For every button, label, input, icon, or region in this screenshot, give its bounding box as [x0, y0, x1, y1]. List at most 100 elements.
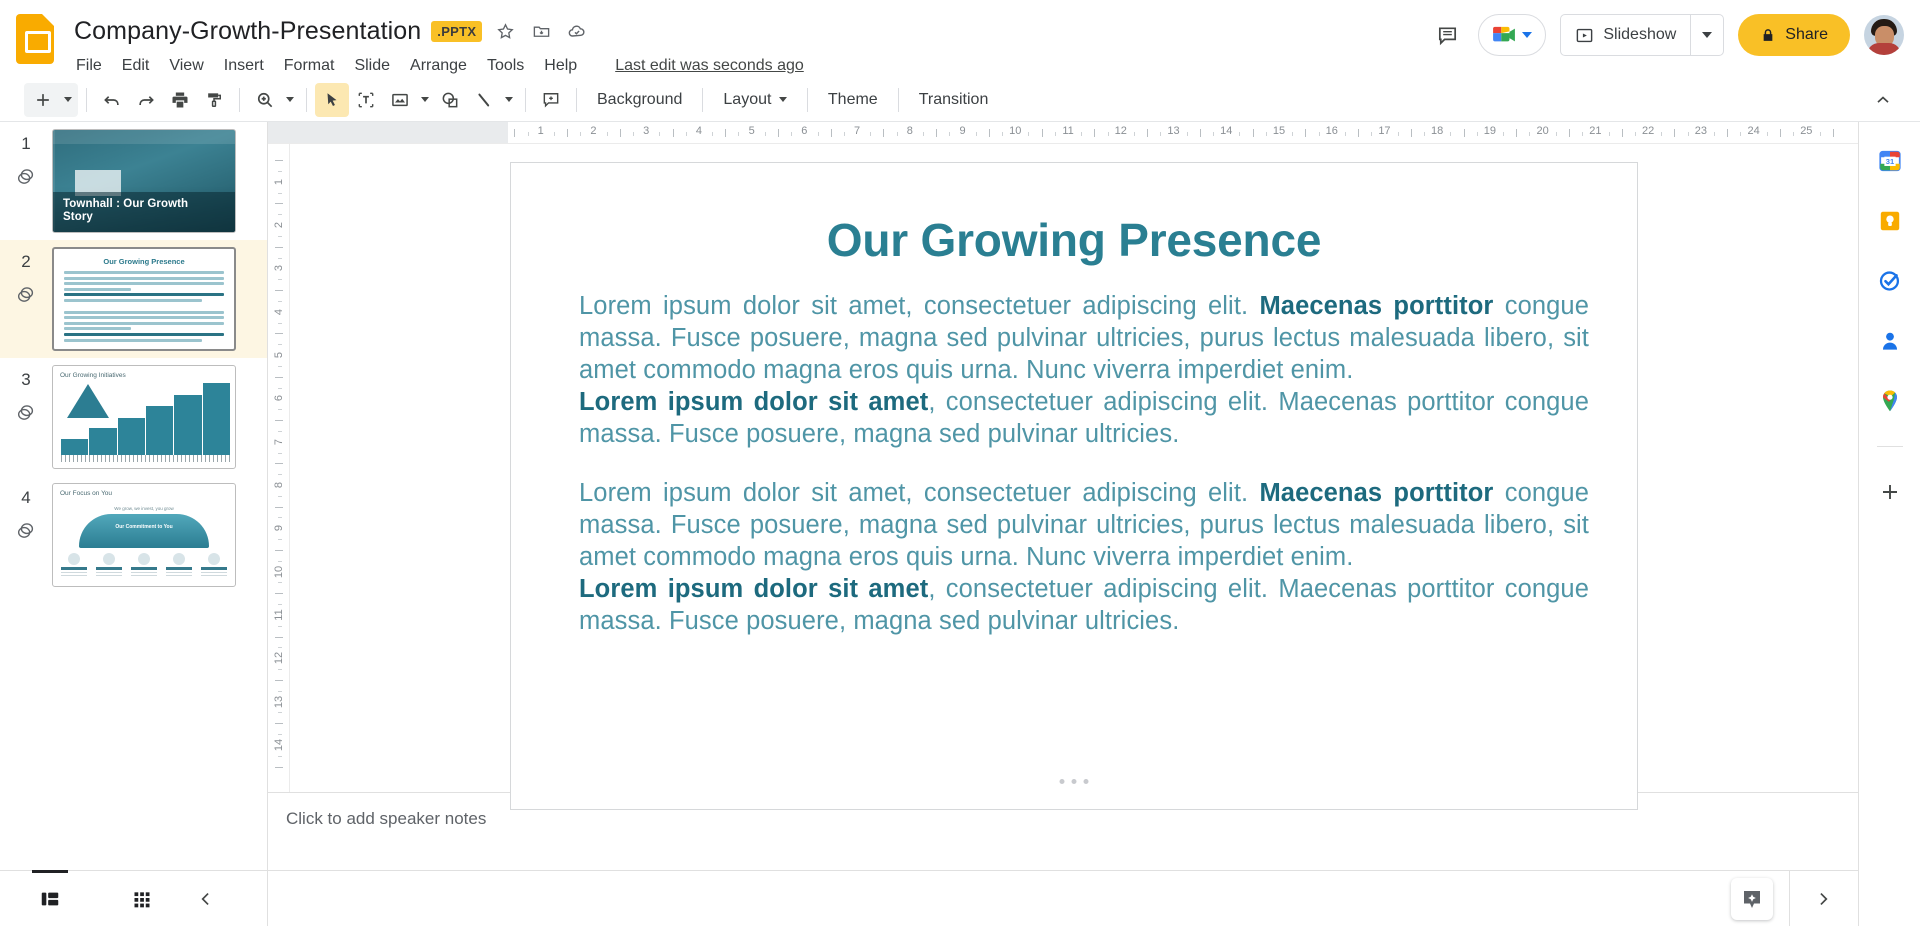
expand-rail-icon[interactable] — [1806, 882, 1840, 916]
list-item[interactable]: 1 Townhall : Our Growth Story — [0, 122, 267, 240]
ruler-tick-label: 19 — [1483, 125, 1497, 137]
image-caret-icon[interactable] — [417, 83, 433, 117]
filmstrip-view-icon[interactable] — [26, 869, 74, 919]
new-slide-caret-icon[interactable] — [60, 83, 76, 117]
slide-canvas[interactable]: Our Growing Presence Lorem ipsum dolor s… — [510, 162, 1638, 810]
insert-line-icon[interactable] — [467, 83, 501, 117]
print-icon[interactable] — [163, 83, 197, 117]
ruler-tick — [278, 235, 282, 237]
ruler-tick — [1344, 132, 1346, 136]
slide-stage[interactable]: Our Growing Presence Lorem ipsum dolor s… — [290, 144, 1858, 810]
google-keep-icon[interactable] — [1873, 204, 1907, 238]
ruler-tick — [632, 132, 634, 136]
avatar[interactable] — [1864, 15, 1904, 55]
ruler-tick-label: 8 — [272, 481, 285, 489]
slides-logo-icon[interactable] — [16, 14, 60, 72]
share-button[interactable]: Share — [1738, 14, 1850, 56]
transition-button[interactable]: Transition — [907, 86, 1001, 114]
ruler-tick-label: 4 — [272, 308, 285, 315]
menu-tools[interactable]: Tools — [477, 55, 534, 77]
vertical-ruler[interactable]: 1 2 3 4 5 6 7 8 9 10 11 12 13 14 — [268, 144, 290, 792]
slide-thumbnail-3[interactable]: Our Growing Initiatives — [52, 365, 236, 469]
grid-view-icon[interactable] — [118, 879, 166, 919]
ruler-tick — [1634, 132, 1636, 136]
ruler-tick — [1252, 129, 1254, 137]
zoom-caret-icon[interactable] — [282, 83, 298, 117]
insert-image-icon[interactable] — [383, 83, 417, 117]
ruler-tick — [1674, 129, 1676, 137]
menu-slide[interactable]: Slide — [344, 55, 400, 77]
undo-icon[interactable] — [95, 83, 129, 117]
ruler-tick — [278, 647, 282, 649]
explore-sparkle-icon[interactable] — [1731, 877, 1773, 920]
google-tasks-icon[interactable] — [1873, 264, 1907, 298]
slideshow-options-button[interactable] — [1691, 15, 1723, 55]
slide-body-text[interactable]: Lorem ipsum dolor sit amet, consectetuer… — [579, 291, 1589, 638]
chevron-up-icon[interactable] — [1868, 85, 1898, 115]
ruler-tick-label: 17 — [1378, 125, 1391, 137]
collapse-filmstrip-icon[interactable] — [182, 879, 230, 919]
slide-thumbnail-1[interactable]: Townhall : Our Growth Story — [52, 129, 236, 233]
add-addon-icon[interactable] — [1873, 475, 1907, 509]
slide-filmstrip[interactable]: 1 Townhall : Our Growth Story 2 Our Grow… — [0, 122, 268, 870]
layout-button[interactable]: Layout — [711, 86, 799, 114]
menu-arrange[interactable]: Arrange — [400, 55, 477, 77]
ruler-tick — [830, 129, 832, 137]
paint-format-icon[interactable] — [197, 83, 231, 117]
slide-thumbnail-caption: We grow, we invest, you grow — [114, 506, 174, 511]
menu-insert[interactable]: Insert — [214, 55, 274, 77]
menu-view[interactable]: View — [159, 55, 213, 77]
list-item[interactable]: 2 Our Growing Presence — [0, 240, 267, 358]
ruler-tick-label: 5 — [748, 125, 755, 137]
layers-icon[interactable] — [15, 284, 37, 311]
menu-file[interactable]: File — [74, 55, 112, 77]
slide-title[interactable]: Our Growing Presence — [511, 213, 1637, 267]
comment-history-icon[interactable] — [1430, 18, 1464, 52]
ruler-tick — [275, 420, 283, 422]
slide-thumbnail-title: Our Growing Presence — [103, 257, 185, 266]
insert-shape-icon[interactable] — [433, 83, 467, 117]
slideshow-button[interactable]: Slideshow — [1561, 15, 1690, 55]
ruler-tick — [1160, 132, 1162, 136]
google-meet-icon[interactable] — [1478, 14, 1547, 56]
star-icon[interactable] — [492, 18, 518, 44]
move-to-folder-icon[interactable] — [528, 18, 554, 44]
zoom-icon[interactable] — [248, 83, 282, 117]
theme-button[interactable]: Theme — [816, 86, 890, 114]
layers-icon[interactable] — [15, 402, 37, 429]
ruler-tick-label: 22 — [1641, 125, 1655, 137]
page-title[interactable]: Company-Growth-Presentation — [74, 17, 421, 46]
layers-icon[interactable] — [15, 166, 37, 193]
google-contacts-icon[interactable] — [1873, 324, 1907, 358]
horizontal-ruler[interactable]: 1 2 3 4 5 6 7 8 9 10 11 12 13 14 15 16 17 18 19 20 21 22 23 24 2… — [268, 122, 1858, 144]
last-edit-status[interactable]: Last edit was seconds ago — [615, 57, 804, 75]
ruler-tick — [278, 365, 282, 367]
text-box-icon[interactable] — [349, 83, 383, 117]
ruler-tick — [1582, 132, 1584, 136]
cloud-saved-icon[interactable] — [564, 18, 590, 44]
list-item[interactable]: 4 Our Focus on You We grow, we invest, y… — [0, 476, 267, 594]
select-cursor-icon[interactable] — [315, 82, 349, 117]
add-comment-icon[interactable] — [534, 83, 568, 117]
ruler-tick — [275, 333, 283, 335]
bottom-bar-actions — [268, 871, 1858, 926]
background-button[interactable]: Background — [585, 86, 694, 114]
layers-icon[interactable] — [15, 520, 37, 547]
google-maps-icon[interactable] — [1873, 384, 1907, 418]
line-caret-icon[interactable] — [501, 83, 517, 117]
speaker-notes-placeholder[interactable]: Click to add speaker notes — [286, 809, 1858, 829]
menu-format[interactable]: Format — [274, 55, 345, 77]
redo-icon[interactable] — [129, 83, 163, 117]
slide-thumbnail-2[interactable]: Our Growing Presence — [52, 247, 236, 351]
menu-help[interactable]: Help — [534, 55, 587, 77]
notes-resize-handle[interactable] — [1059, 779, 1089, 784]
google-calendar-icon[interactable]: 31 — [1873, 144, 1907, 178]
slide-number: 2 — [21, 252, 31, 271]
ruler-tick — [1714, 132, 1716, 136]
add-slide-icon[interactable] — [26, 83, 60, 117]
menu-edit[interactable]: Edit — [112, 55, 160, 77]
ruler-tick — [275, 160, 283, 162]
ruler-tick — [1054, 132, 1056, 136]
list-item[interactable]: 3 Our Growing Initiatives — [0, 358, 267, 476]
slide-thumbnail-4[interactable]: Our Focus on You We grow, we invest, you… — [52, 483, 236, 587]
